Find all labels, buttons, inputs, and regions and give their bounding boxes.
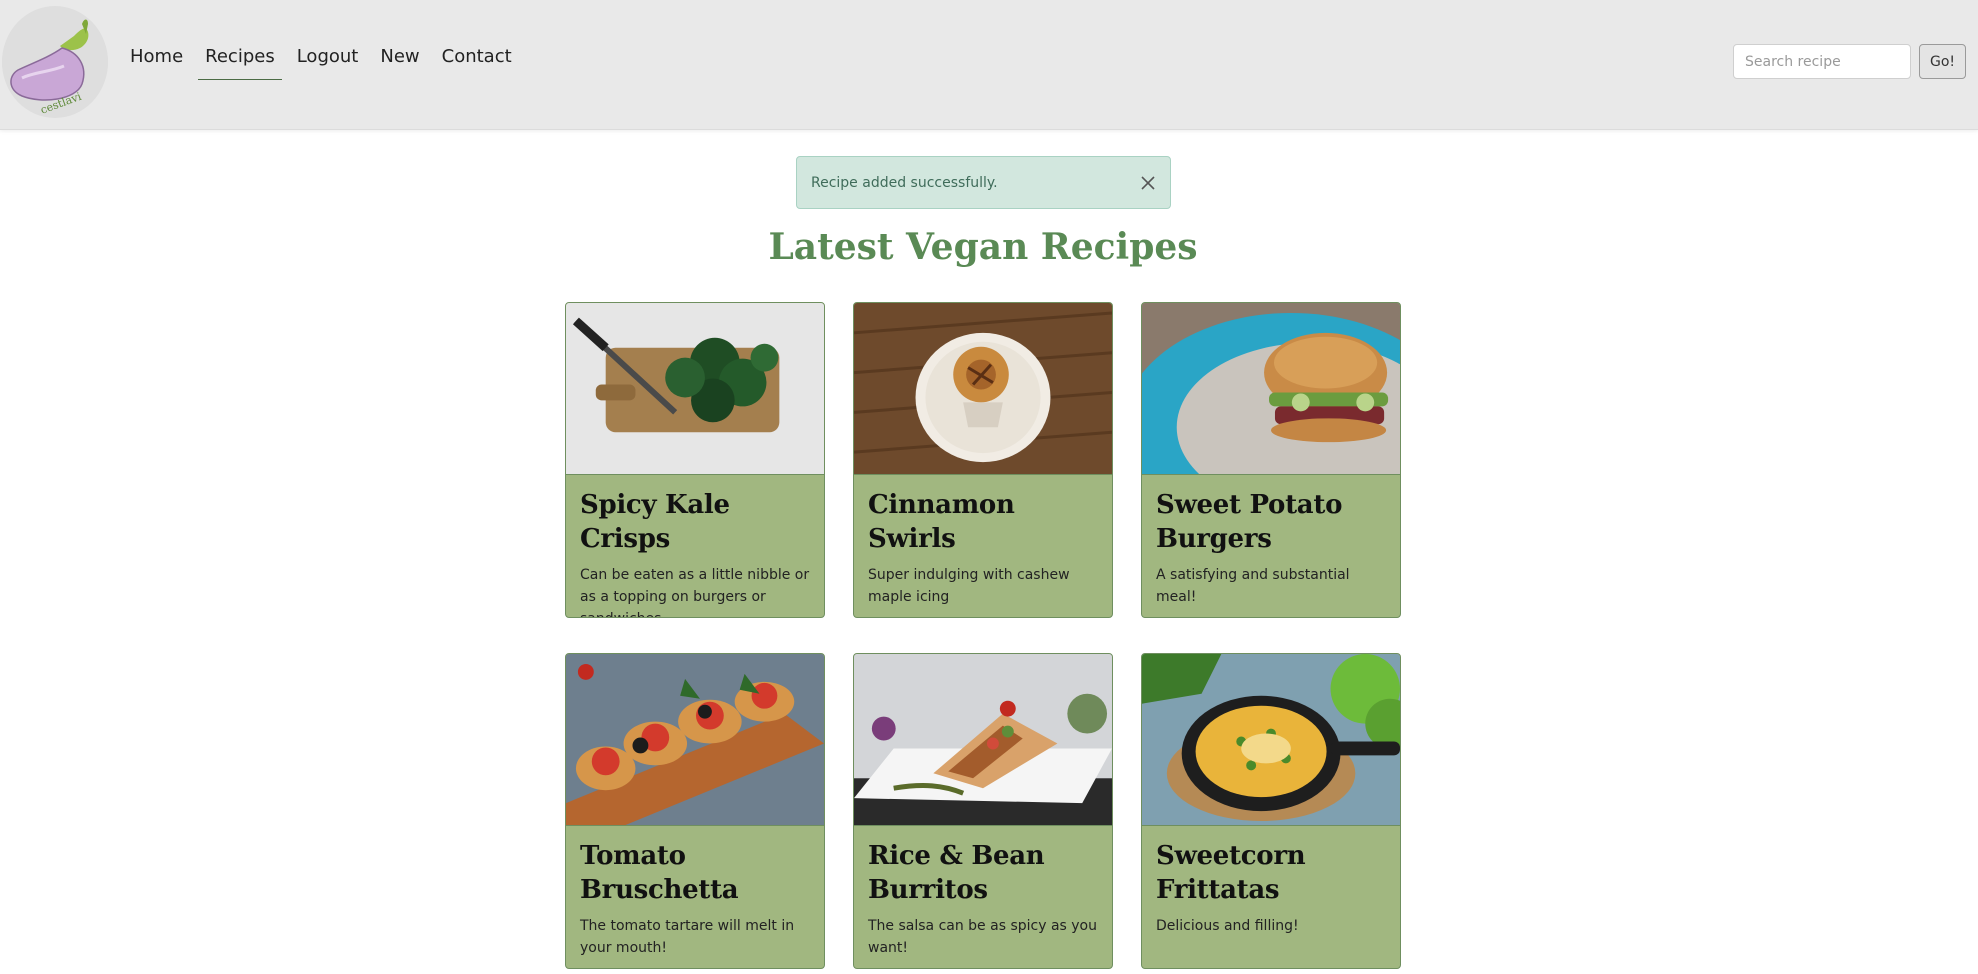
search-form: Go! xyxy=(1733,44,1966,79)
recipe-card[interactable]: Rice & Bean Burritos The salsa can be as… xyxy=(853,653,1113,969)
main-nav: Home Recipes Logout New Contact xyxy=(130,44,519,80)
recipe-description: Super indulging with cashew maple icing xyxy=(868,567,1070,605)
nav-link-contact[interactable]: Contact xyxy=(442,44,519,80)
nav-link-home[interactable]: Home xyxy=(130,44,190,80)
recipe-title: Spicy Kale Crisps xyxy=(580,490,730,554)
close-icon[interactable] xyxy=(1140,175,1156,191)
search-button[interactable]: Go! xyxy=(1919,44,1966,79)
kale-photo xyxy=(566,303,824,475)
recipe-card[interactable]: Sweet Potato Burgers A satisfying and su… xyxy=(1141,302,1401,618)
recipe-card[interactable]: Spicy Kale Crisps Can be eaten as a litt… xyxy=(565,302,825,618)
card-body: Rice & Bean Burritos The salsa can be as… xyxy=(854,826,1112,959)
recipe-title: Sweetcorn Frittatas xyxy=(1156,841,1306,905)
page-title: Latest Vegan Recipes xyxy=(768,226,1198,268)
recipe-description: Delicious and filling! xyxy=(1156,918,1299,934)
recipe-title: Rice & Bean Burritos xyxy=(868,841,1045,905)
alert-message: Recipe added successfully. xyxy=(811,174,998,191)
nav-link-recipes[interactable]: Recipes xyxy=(198,44,282,80)
recipe-grid: Spicy Kale Crisps Can be eaten as a litt… xyxy=(565,302,1401,969)
recipe-card[interactable]: Sweetcorn Frittatas Delicious and fillin… xyxy=(1141,653,1401,969)
recipe-title: Sweet Potato Burgers xyxy=(1156,490,1343,554)
recipe-description: The tomato tartare will melt in your mou… xyxy=(580,918,795,956)
success-alert: Recipe added successfully. xyxy=(796,156,1171,209)
card-body: Tomato Bruschetta The tomato tartare wil… xyxy=(566,826,824,959)
burger-photo xyxy=(1142,303,1400,475)
recipe-card[interactable]: Tomato Bruschetta The tomato tartare wil… xyxy=(565,653,825,969)
frittata-photo xyxy=(1142,654,1400,826)
site-logo[interactable]: cestlavi xyxy=(2,6,108,118)
eggplant-logo-icon: cestlavi xyxy=(2,9,108,117)
cinnamon-swirl-photo xyxy=(854,303,1112,475)
card-body: Sweetcorn Frittatas Delicious and fillin… xyxy=(1142,826,1400,937)
recipe-title: Tomato Bruschetta xyxy=(580,841,739,905)
bruschetta-photo xyxy=(566,654,824,826)
recipe-card[interactable]: Cinnamon Swirls Super indulging with cas… xyxy=(853,302,1113,618)
burrito-photo xyxy=(854,654,1112,826)
card-body: Spicy Kale Crisps Can be eaten as a litt… xyxy=(566,475,824,617)
card-body: Cinnamon Swirls Super indulging with cas… xyxy=(854,475,1112,608)
card-body: Sweet Potato Burgers A satisfying and su… xyxy=(1142,475,1400,608)
nav-link-new[interactable]: New xyxy=(380,44,426,80)
nav-link-logout[interactable]: Logout xyxy=(297,44,366,80)
recipe-description: A satisfying and substantial meal! xyxy=(1156,567,1350,605)
recipe-description: Can be eaten as a little nibble or as a … xyxy=(580,567,810,617)
recipe-description: The salsa can be as spicy as you want! xyxy=(868,918,1097,956)
navbar: cestlavi Home Recipes Logout New Contact… xyxy=(0,0,1978,130)
search-input[interactable] xyxy=(1733,44,1911,79)
recipe-title: Cinnamon Swirls xyxy=(868,490,1015,554)
